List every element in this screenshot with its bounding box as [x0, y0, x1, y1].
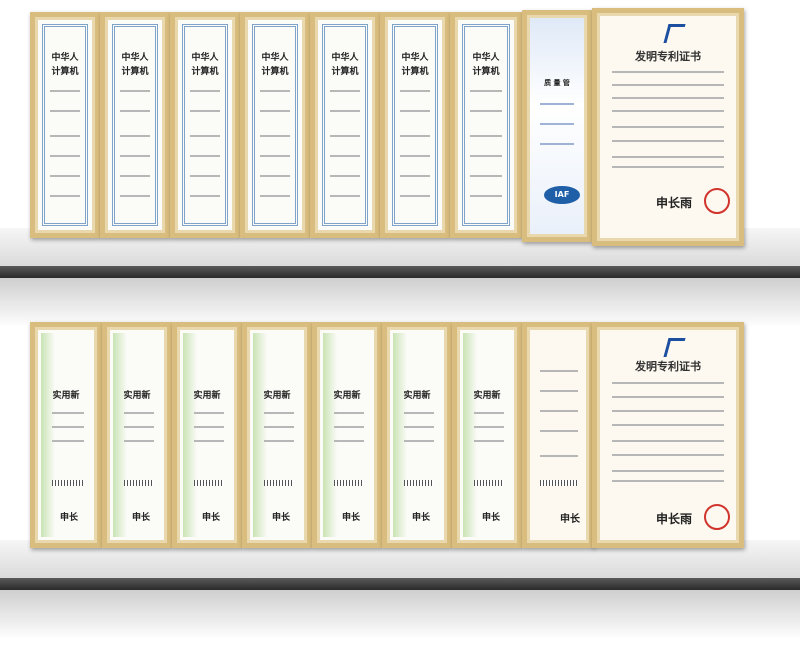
- certificate-frame: 中华人 计算机: [380, 12, 450, 238]
- shelf-edge: [0, 266, 800, 278]
- official-seal-icon: [704, 504, 730, 530]
- utility-certificate-frame: 实用新 申长: [242, 322, 312, 548]
- certificate-frame: 中华人 计算机: [310, 12, 380, 238]
- certificate-frame: 中华人 计算机: [170, 12, 240, 238]
- utility-certificate-frame: 实用新 申长: [30, 322, 102, 548]
- utility-certificate-frame: 实用新 申长: [172, 322, 242, 548]
- invention-certificate-title: 发明专利证书: [635, 360, 701, 373]
- invention-certificate-frame: 申长: [522, 322, 594, 548]
- shelf-shadow: [0, 590, 800, 640]
- utility-certificate-frame: 实用新 申长: [312, 322, 382, 548]
- patent-office-logo-icon: [663, 338, 686, 357]
- utility-certificate-frame: 实用新 申长: [102, 322, 172, 548]
- invention-certificate-frame: 发明专利证书 申长雨: [592, 322, 744, 548]
- shelf-top: 中华人计算机 中华人计算机 中华人计算机 中华人计算机 中华人计算机: [0, 0, 800, 330]
- certificate-frame: 中华人 计算机: [30, 12, 100, 238]
- certificate-frame: 中华人 计算机: [450, 12, 522, 238]
- official-seal-icon: [704, 188, 730, 214]
- utility-certificate-frame: 实用新 申长: [452, 322, 522, 548]
- utility-certificate-frame: 实用新 申长: [382, 322, 452, 548]
- patent-office-logo-icon: [663, 24, 686, 43]
- shelf-bottom: 实用新 申长 实用新 申长 实用新 申长 实用新 申长 实用新 申长 实用新 申…: [0, 320, 800, 663]
- iaf-logo: IAF: [544, 186, 580, 204]
- certificate-frame: 中华人 计算机: [100, 12, 170, 238]
- signature: 申长雨: [656, 196, 693, 210]
- signature: 申长雨: [656, 512, 693, 526]
- shelf-edge: [0, 578, 800, 590]
- invention-certificate-frame: 发明专利证书 申长雨: [592, 8, 744, 246]
- quality-certificate-frame: 质 量 管 IAF: [522, 10, 592, 242]
- certificate-frame: 中华人 计算机: [240, 12, 310, 238]
